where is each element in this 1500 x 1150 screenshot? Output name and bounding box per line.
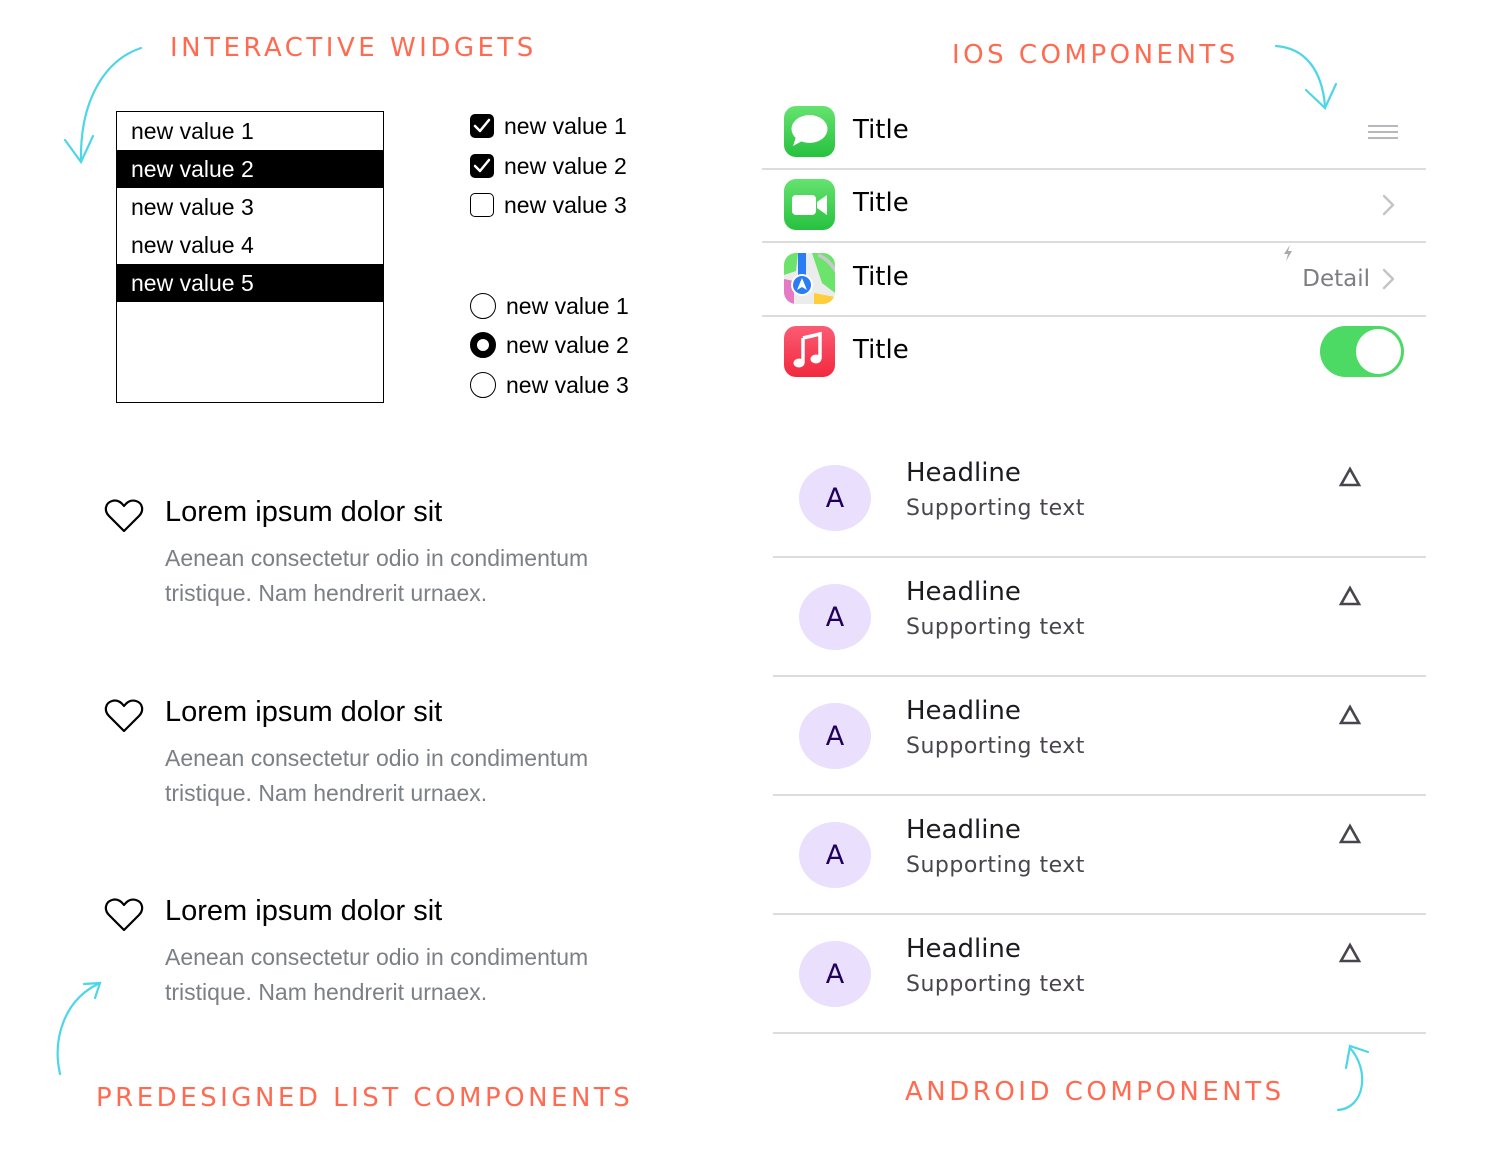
heart-outline-icon[interactable] <box>104 897 144 933</box>
body-line: tristique. Nam hendrerit urnaex. <box>165 780 488 806</box>
messages-app-icon <box>784 106 835 157</box>
radio-option[interactable]: new value 2 <box>470 330 629 360</box>
video-camera-icon <box>792 195 827 215</box>
body-line: Aenean consectetur odio in condimentum <box>165 545 589 571</box>
listbox-option[interactable]: new value 1 <box>117 112 383 150</box>
android-list-row[interactable]: A Headline Supporting text <box>773 557 1426 677</box>
checkmark-icon <box>473 118 491 133</box>
radio-label: new value 2 <box>506 331 629 358</box>
checkbox-option[interactable]: new value 1 <box>470 111 627 141</box>
body-line: Aenean consectetur odio in condimentum <box>165 944 589 970</box>
list-item[interactable]: Lorem ipsum dolor sit Aenean consectetur… <box>104 696 664 816</box>
radio-label: new value 3 <box>506 371 629 398</box>
list-item[interactable]: Lorem ipsum dolor sit Aenean consectetur… <box>104 496 664 616</box>
android-list-row[interactable]: A Headline Supporting text <box>773 438 1426 558</box>
curved-arrow-icon <box>56 981 102 1076</box>
android-row-headline: Headline <box>906 458 1021 488</box>
list-item-title: Lorem ipsum dolor sit <box>165 895 443 927</box>
avatar: A <box>799 584 871 650</box>
body-line: Aenean consectetur odio in condimentum <box>165 745 589 771</box>
list-item-body: Aenean consectetur odio in condimentum tr… <box>165 940 665 1010</box>
speech-bubble-icon <box>791 115 828 146</box>
android-row-headline: Headline <box>906 815 1021 845</box>
android-list-row[interactable]: A Headline Supporting text <box>773 795 1426 915</box>
list-item-body: Aenean consectetur odio in condimentum tr… <box>165 541 665 611</box>
multi-select-listbox[interactable]: new value 1 new value 2 new value 3 new … <box>116 111 384 403</box>
curved-arrow-icon <box>1336 1044 1370 1112</box>
section-title-android-components: ANDROID COMPONENTS <box>905 1077 1285 1107</box>
ios-row-detail: Detail <box>1302 266 1370 292</box>
ios-list-row[interactable]: Title <box>762 315 1426 388</box>
facetime-app-icon <box>784 179 835 230</box>
toggle-knob <box>1356 329 1401 374</box>
avatar: A <box>799 941 871 1007</box>
listbox-option[interactable]: new value 3 <box>117 188 383 226</box>
reorder-handle-icon[interactable] <box>1368 124 1398 140</box>
section-title-predesigned-list: PREDESIGNED LIST COMPONENTS <box>96 1083 634 1113</box>
avatar: A <box>799 822 871 888</box>
ios-row-title: Title <box>853 262 909 292</box>
list-item[interactable]: Lorem ipsum dolor sit Aenean consectetur… <box>104 895 664 1015</box>
avatar: A <box>799 465 871 531</box>
listbox-option-selected[interactable]: new value 2 <box>117 150 383 188</box>
radio-unchecked[interactable] <box>470 293 496 319</box>
chevron-right-icon[interactable] <box>1382 268 1396 290</box>
android-row-supporting-text: Supporting text <box>906 734 1085 759</box>
list-item-body: Aenean consectetur odio in condimentum tr… <box>165 741 665 811</box>
ios-list-row[interactable]: Title <box>762 95 1426 170</box>
list-item-title: Lorem ipsum dolor sit <box>165 696 443 728</box>
radio-unchecked[interactable] <box>470 372 496 398</box>
android-row-supporting-text: Supporting text <box>906 615 1085 640</box>
android-row-supporting-text: Supporting text <box>906 496 1085 521</box>
map-icon <box>784 253 835 304</box>
body-line: tristique. Nam hendrerit urnaex. <box>165 580 488 606</box>
checkmark-icon <box>473 158 491 173</box>
toggle-switch[interactable] <box>1320 326 1404 377</box>
radio-option[interactable]: new value 1 <box>470 291 629 321</box>
android-list-row[interactable]: A Headline Supporting text <box>773 676 1426 796</box>
list-item-title: Lorem ipsum dolor sit <box>165 496 443 528</box>
ios-list-row[interactable]: Title Detail <box>762 242 1426 317</box>
android-row-headline: Headline <box>906 934 1021 964</box>
checkbox-label: new value 1 <box>504 112 627 139</box>
ios-row-title: Title <box>853 188 909 218</box>
body-line: tristique. Nam hendrerit urnaex. <box>165 979 488 1005</box>
listbox-option-selected[interactable]: new value 5 <box>117 264 383 302</box>
android-row-supporting-text: Supporting text <box>906 853 1085 878</box>
triangle-icon[interactable] <box>1338 823 1362 845</box>
listbox-option[interactable]: new value 4 <box>117 226 383 264</box>
triangle-icon[interactable] <box>1338 704 1362 726</box>
avatar: A <box>799 703 871 769</box>
music-note-icon <box>793 331 822 368</box>
lightning-bolt-icon <box>1284 245 1292 261</box>
android-row-headline: Headline <box>906 577 1021 607</box>
checkbox-label: new value 2 <box>504 152 627 179</box>
heart-outline-icon[interactable] <box>104 698 144 734</box>
checkbox-unchecked[interactable] <box>470 193 494 217</box>
checkbox-option[interactable]: new value 2 <box>470 151 627 181</box>
radio-checked[interactable] <box>470 332 496 358</box>
checkbox-checked[interactable] <box>470 114 494 138</box>
ios-list-row[interactable]: Title <box>762 168 1426 243</box>
heart-outline-icon[interactable] <box>104 498 144 534</box>
maps-app-icon <box>784 253 835 304</box>
android-row-supporting-text: Supporting text <box>906 972 1085 997</box>
checkbox-checked[interactable] <box>470 154 494 178</box>
triangle-icon[interactable] <box>1338 466 1362 488</box>
radio-option[interactable]: new value 3 <box>470 370 629 400</box>
radio-label: new value 1 <box>506 292 629 319</box>
ios-row-title: Title <box>853 335 909 365</box>
triangle-icon[interactable] <box>1338 942 1362 964</box>
section-title-interactive-widgets: INTERACTIVE WIDGETS <box>170 33 537 63</box>
android-row-headline: Headline <box>906 696 1021 726</box>
checkbox-label: new value 3 <box>504 191 627 218</box>
triangle-icon[interactable] <box>1338 585 1362 607</box>
ios-row-title: Title <box>853 115 909 145</box>
checkbox-option[interactable]: new value 3 <box>470 190 627 220</box>
android-list-row[interactable]: A Headline Supporting text <box>773 914 1426 1034</box>
music-app-icon <box>784 326 835 377</box>
chevron-right-icon[interactable] <box>1382 194 1396 216</box>
section-title-ios-components: IOS COMPONENTS <box>952 40 1239 70</box>
